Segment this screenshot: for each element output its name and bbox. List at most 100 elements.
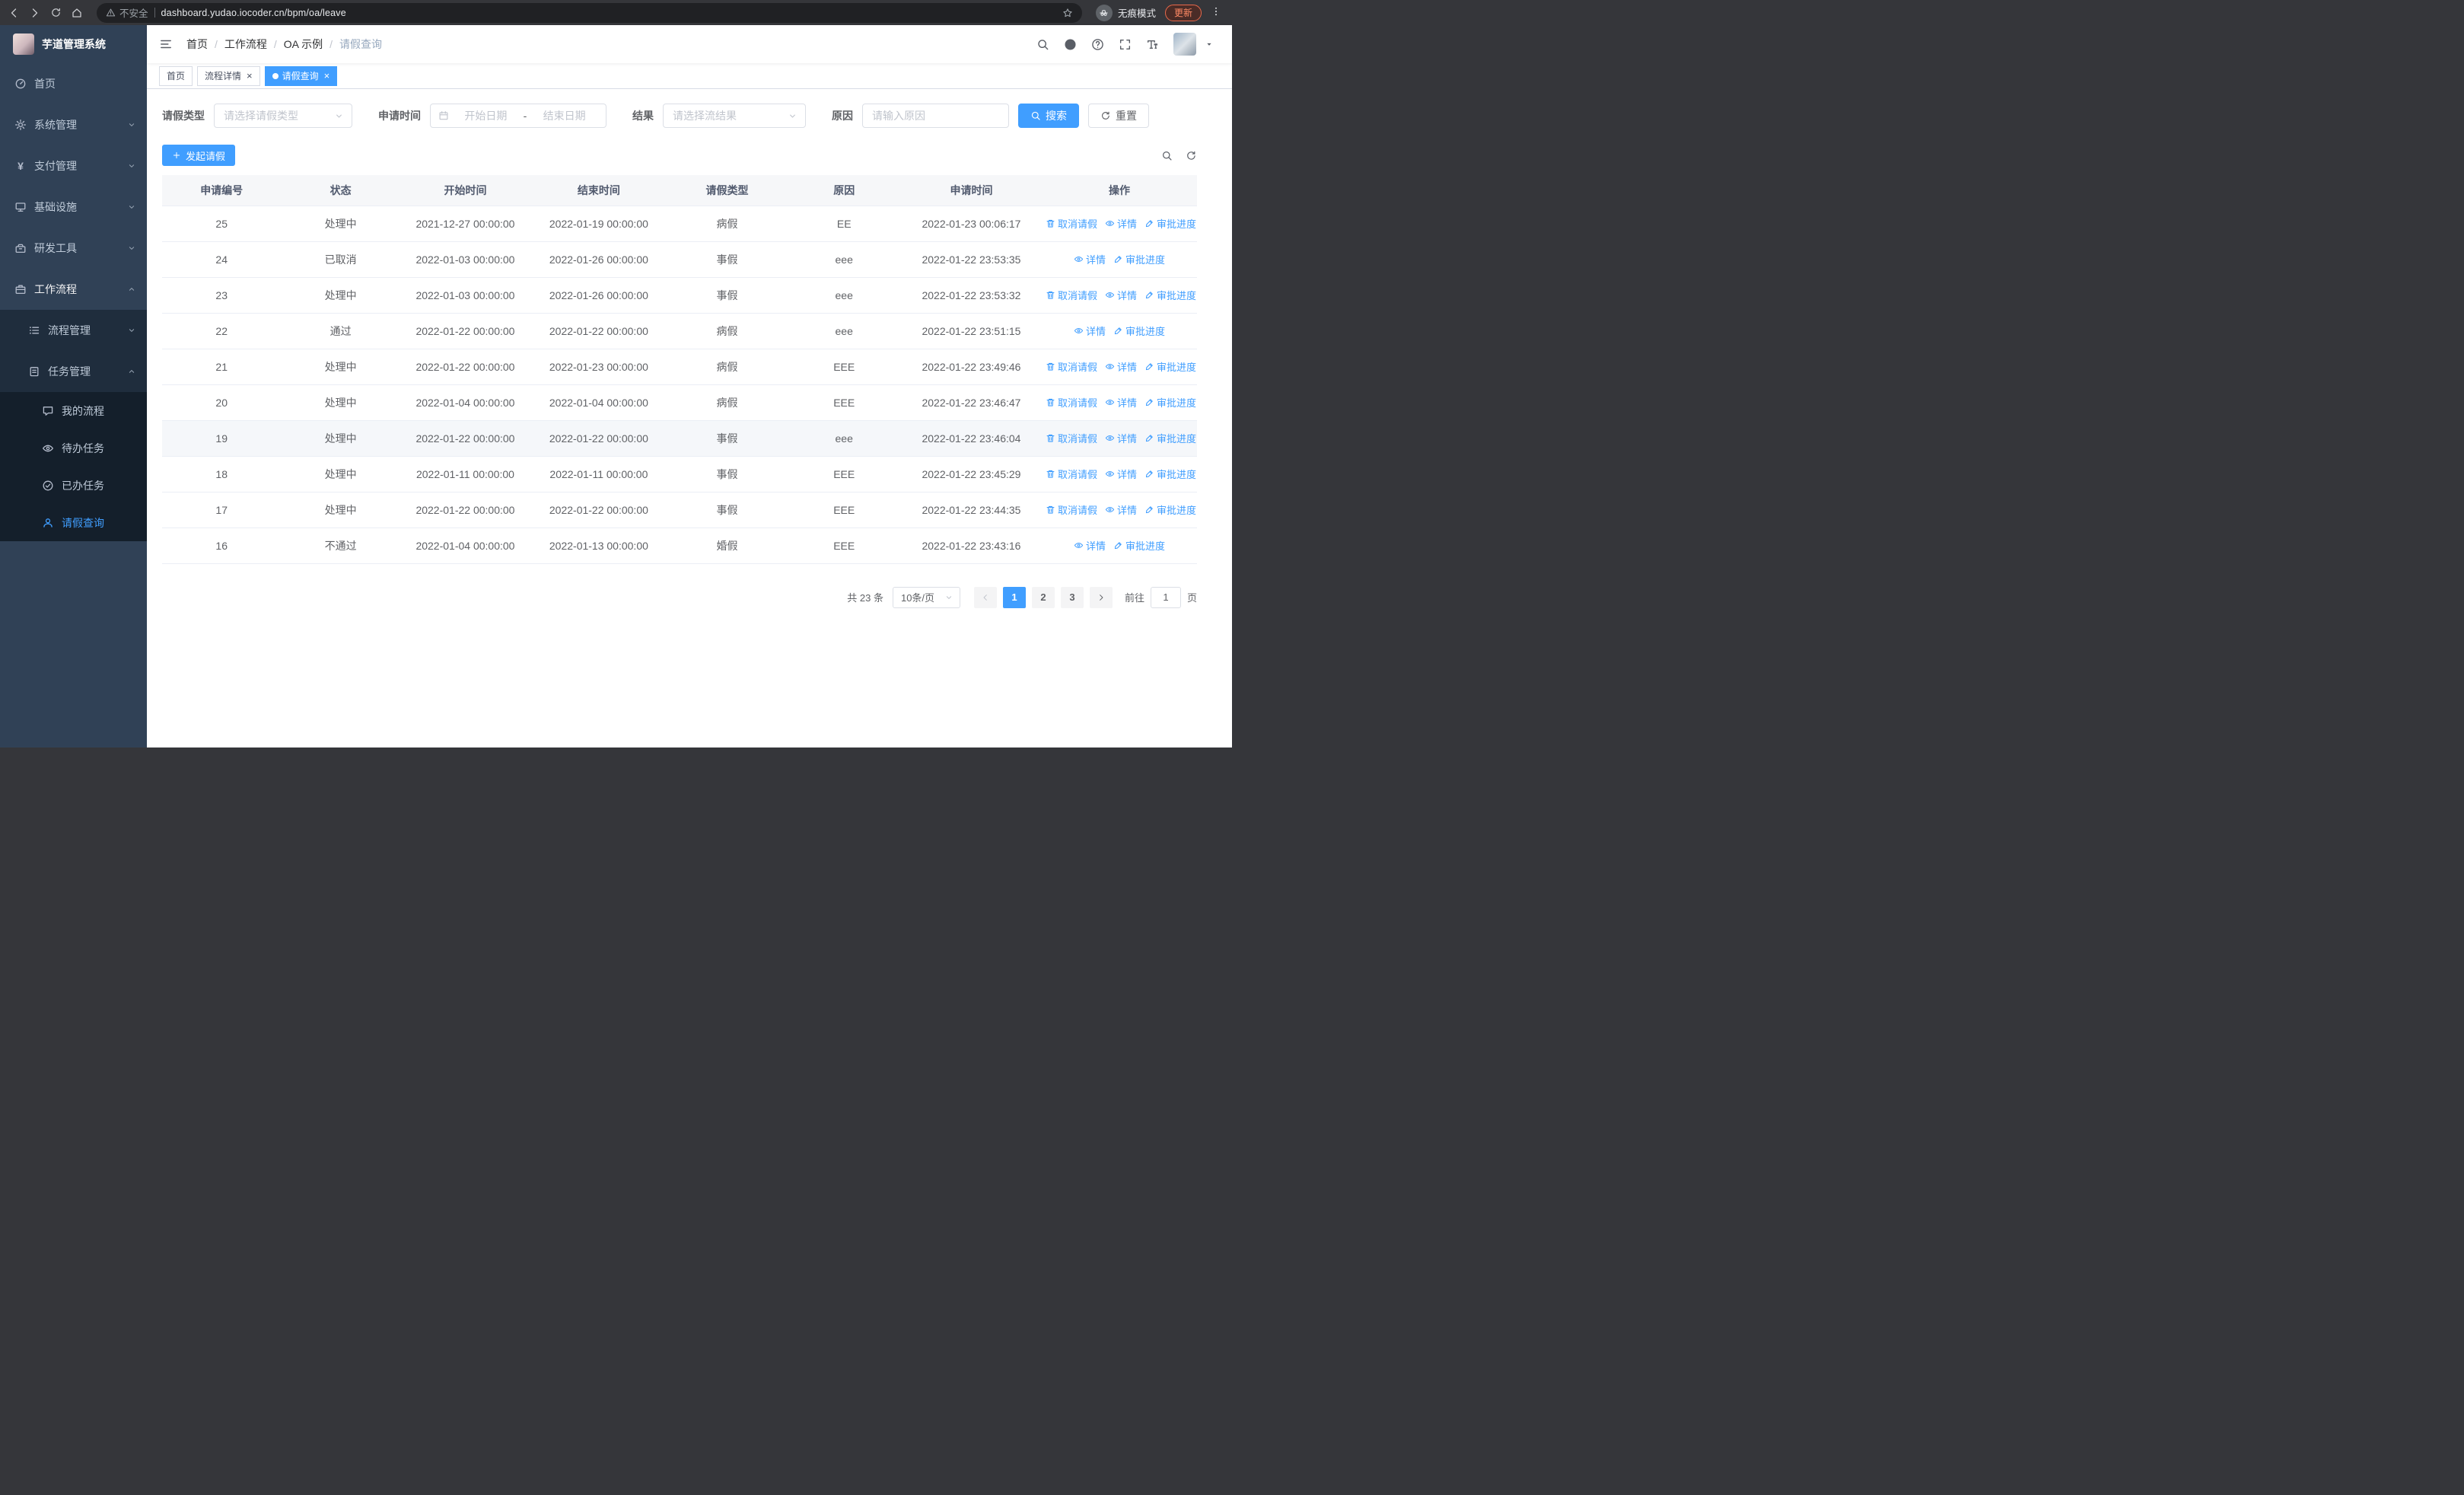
create-leave-button[interactable]: 发起请假 <box>162 145 236 166</box>
font-size-button[interactable] <box>1146 38 1159 51</box>
sidebar-item-home[interactable]: 首页 <box>0 63 147 104</box>
approval-progress-link[interactable]: 审批进度 <box>1113 324 1165 338</box>
table-row[interactable]: 24 已取消 2022-01-03 00:00:00 2022-01-26 00:00… <box>162 241 1197 278</box>
approval-progress-link[interactable]: 审批进度 <box>1144 395 1196 410</box>
eye-icon <box>42 442 54 454</box>
security-chip[interactable]: 不安全 <box>106 5 148 20</box>
detail-link[interactable]: 详情 <box>1074 252 1106 266</box>
reload-button[interactable] <box>50 7 62 18</box>
sidebar-item-process-management[interactable]: 流程管理 <box>0 310 147 351</box>
table-row[interactable]: 25 处理中 2021-12-27 00:00:00 2022-01-19 00:00… <box>162 206 1197 242</box>
goto-page-input[interactable] <box>1150 586 1181 608</box>
cancel-leave-link[interactable]: 取消请假 <box>1046 288 1097 302</box>
prev-page-button[interactable] <box>973 586 997 608</box>
sidebar-item-leave-query[interactable]: 请假查询 <box>0 504 147 541</box>
cancel-leave-link[interactable]: 取消请假 <box>1046 467 1097 481</box>
home-button[interactable] <box>71 7 83 19</box>
breadcrumb-item[interactable]: OA 示例 <box>284 37 323 52</box>
table-row[interactable]: 19 处理中 2022-01-22 00:00:00 2022-01-22 00:00… <box>162 420 1197 457</box>
sidebar-item-todo-tasks[interactable]: 待办任务 <box>0 429 147 467</box>
cancel-leave-link[interactable]: 取消请假 <box>1046 395 1097 410</box>
page-button-3[interactable]: 3 <box>1060 586 1084 608</box>
cancel-leave-link[interactable]: 取消请假 <box>1046 431 1097 445</box>
detail-link[interactable]: 详情 <box>1105 395 1137 410</box>
sidebar-item-payment-management[interactable]: ¥ 支付管理 <box>0 145 147 186</box>
sidebar-item-done-tasks[interactable]: 已办任务 <box>0 467 147 504</box>
table-row[interactable]: 17 处理中 2022-01-22 00:00:00 2022-01-22 00:00… <box>162 492 1197 528</box>
fullscreen-button[interactable] <box>1119 38 1132 51</box>
sidebar-item-task-management[interactable]: 任务管理 <box>0 351 147 392</box>
sidebar-item-label: 研发工具 <box>34 242 77 254</box>
approval-progress-link[interactable]: 审批进度 <box>1113 538 1165 553</box>
breadcrumb-item[interactable]: 首页 <box>186 37 208 52</box>
table-row[interactable]: 21 处理中 2022-01-22 00:00:00 2022-01-23 00:00… <box>162 349 1197 385</box>
detail-link[interactable]: 详情 <box>1105 502 1137 517</box>
user-avatar[interactable] <box>1173 33 1196 56</box>
sidebar-item-system-management[interactable]: 系统管理 <box>0 104 147 145</box>
browser-menu-button[interactable] <box>1211 6 1221 19</box>
github-button[interactable] <box>1064 38 1077 51</box>
avatar-caret-icon[interactable] <box>1205 40 1214 49</box>
sidebar-item-infrastructure[interactable]: 基础设施 <box>0 186 147 228</box>
page-button-1[interactable]: 1 <box>1002 586 1026 608</box>
table-row[interactable]: 20 处理中 2022-01-04 00:00:00 2022-01-04 00:00… <box>162 384 1197 421</box>
next-page-button[interactable] <box>1089 586 1113 608</box>
reason-input[interactable] <box>862 104 1009 128</box>
date-range-picker[interactable]: 开始日期 - 结束日期 <box>430 104 606 128</box>
close-tab-icon[interactable]: × <box>247 71 253 81</box>
approval-progress-link[interactable]: 审批进度 <box>1144 467 1196 481</box>
detail-link[interactable]: 详情 <box>1074 538 1106 553</box>
sidebar-toggle-button[interactable] <box>159 37 173 51</box>
page-button-2[interactable]: 2 <box>1031 586 1055 608</box>
back-button[interactable] <box>8 7 20 19</box>
logo-image <box>13 33 34 55</box>
detail-link[interactable]: 详情 <box>1105 431 1137 445</box>
navbar-search-button[interactable] <box>1036 38 1049 51</box>
breadcrumb-item[interactable]: 工作流程 <box>224 37 267 52</box>
help-button[interactable] <box>1091 38 1104 51</box>
chat-icon <box>42 405 54 417</box>
pagination: 共 23 条 10条/页 123 前往 页 <box>162 586 1197 608</box>
approval-progress-link[interactable]: 审批进度 <box>1144 431 1196 445</box>
breadcrumb: 首页 / 工作流程 / OA 示例 / 请假查询 <box>186 37 382 52</box>
toggle-search-button[interactable] <box>1161 150 1173 161</box>
detail-link[interactable]: 详情 <box>1074 324 1106 338</box>
tab-process-detail[interactable]: 流程详情 × <box>197 65 260 86</box>
update-button[interactable]: 更新 <box>1164 4 1202 21</box>
page-size-select[interactable]: 10条/页 <box>892 586 960 608</box>
table-row[interactable]: 23 处理中 2022-01-03 00:00:00 2022-01-26 00:00… <box>162 277 1197 314</box>
table-row[interactable]: 18 处理中 2022-01-11 00:00:00 2022-01-11 00:00… <box>162 456 1197 492</box>
cancel-leave-link[interactable]: 取消请假 <box>1046 216 1097 231</box>
sidebar-item-my-process[interactable]: 我的流程 <box>0 392 147 429</box>
detail-link[interactable]: 详情 <box>1105 288 1137 302</box>
cancel-leave-link[interactable]: 取消请假 <box>1046 359 1097 374</box>
search-button[interactable]: 搜索 <box>1018 104 1079 128</box>
approval-progress-link[interactable]: 审批进度 <box>1144 288 1196 302</box>
sidebar-item-dev-tools[interactable]: 研发工具 <box>0 228 147 269</box>
table-row[interactable]: 16 不通过 2022-01-04 00:00:00 2022-01-13 00:00… <box>162 528 1197 564</box>
op-label: 审批进度 <box>1156 433 1196 445</box>
sidebar-item-workflow[interactable]: 工作流程 <box>0 269 147 310</box>
chevron-up-icon <box>127 367 136 376</box>
url-bar[interactable]: 不安全 dashboard.yudao.iocoder.cn/bpm/oa/le… <box>97 2 1082 23</box>
approval-progress-link[interactable]: 审批进度 <box>1113 252 1165 266</box>
approval-progress-link[interactable]: 审批进度 <box>1144 502 1196 517</box>
detail-link[interactable]: 详情 <box>1105 467 1137 481</box>
approval-progress-link[interactable]: 审批进度 <box>1144 216 1196 231</box>
tab-leave-query[interactable]: 请假查询 × <box>264 65 338 86</box>
close-tab-icon[interactable]: × <box>324 71 330 81</box>
forward-button[interactable] <box>29 7 41 19</box>
detail-link[interactable]: 详情 <box>1105 216 1137 231</box>
result-select[interactable]: 请选择流结果 <box>663 104 806 128</box>
tab-home[interactable]: 首页 <box>159 65 193 86</box>
leave-type-select[interactable]: 请选择请假类型 <box>214 104 352 128</box>
bookmark-star-icon[interactable] <box>1062 8 1073 18</box>
table-row[interactable]: 22 通过 2022-01-22 00:00:00 2022-01-22 00:00:… <box>162 313 1197 349</box>
detail-link[interactable]: 详情 <box>1105 359 1137 374</box>
cancel-leave-link[interactable]: 取消请假 <box>1046 502 1097 517</box>
reset-button[interactable]: 重置 <box>1088 104 1149 128</box>
op-label: 详情 <box>1116 362 1137 373</box>
refresh-table-button[interactable] <box>1186 150 1197 161</box>
column-header: 状态 <box>281 175 400 206</box>
approval-progress-link[interactable]: 审批进度 <box>1144 359 1196 374</box>
